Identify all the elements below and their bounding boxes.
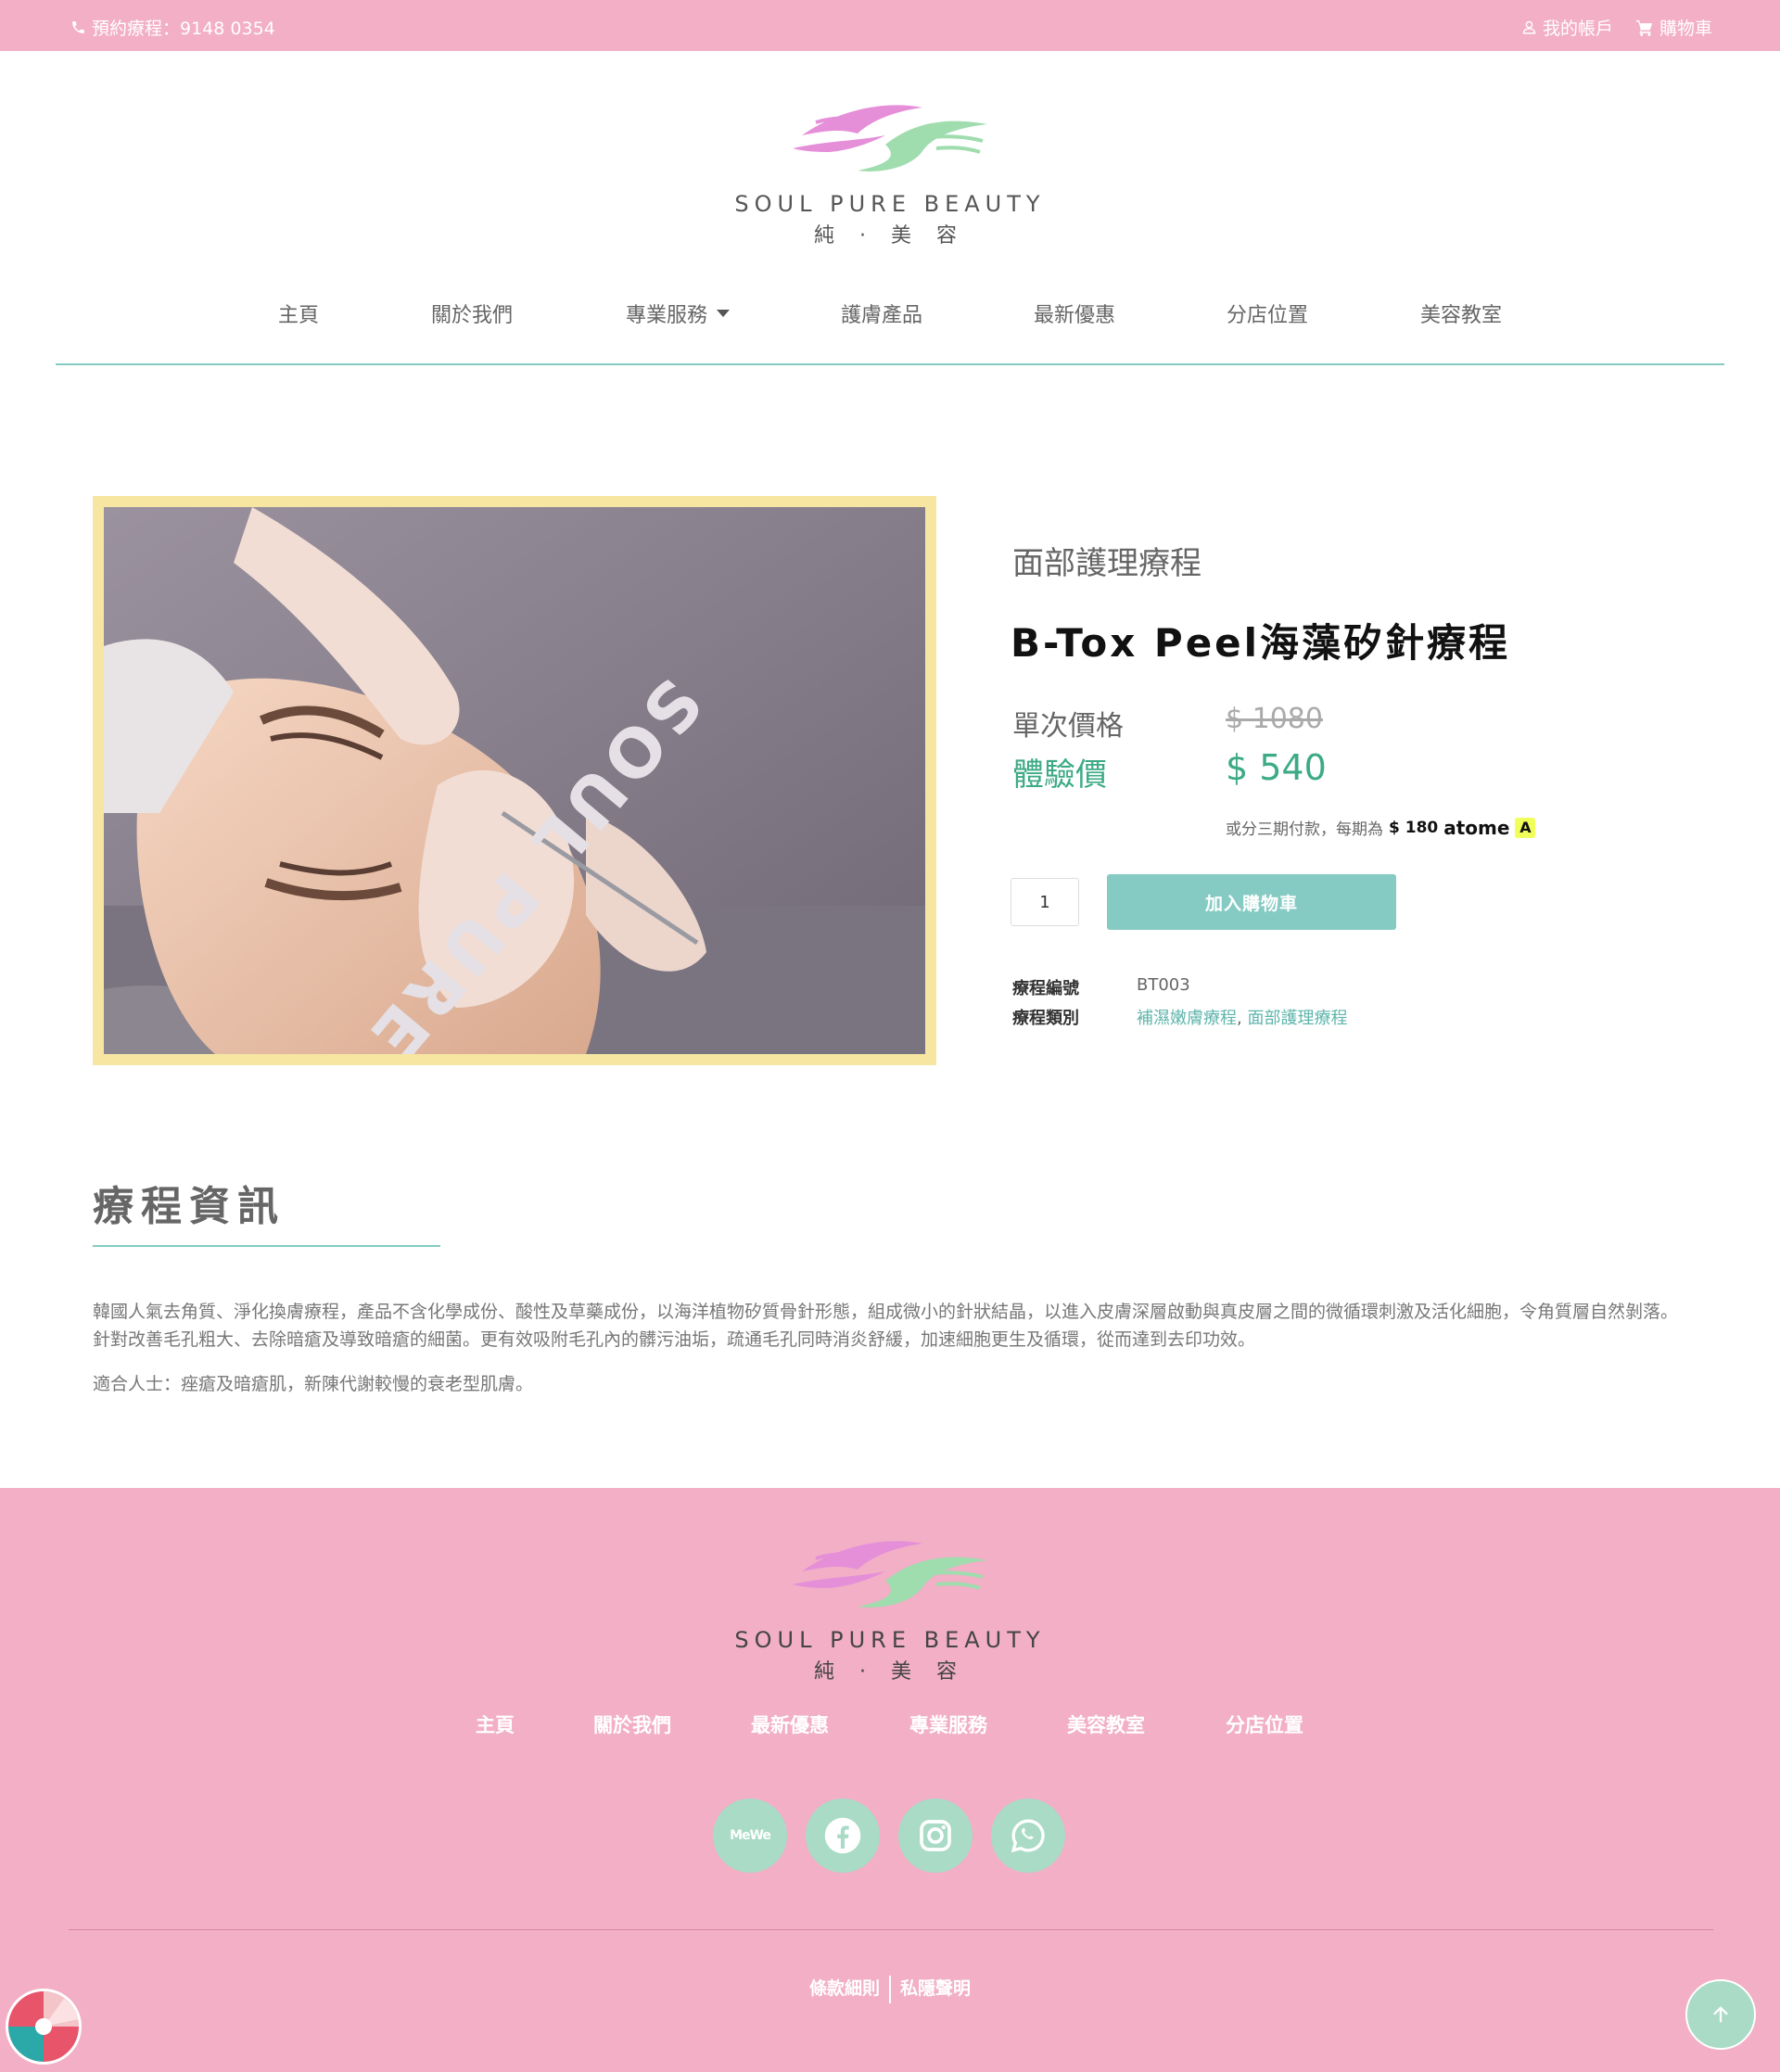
atome-logo-text: atome (1443, 816, 1510, 839)
description-paragraph: 韓國人氣去角質、淨化換膚療程，產品不含化學成份、酸性及草藥成份，以海洋植物矽質骨… (93, 1302, 1679, 1350)
instagram-link[interactable] (898, 1799, 973, 1873)
single-price-label: 單次價格 (1012, 710, 1124, 743)
footer-nav-offers[interactable]: 最新優惠 (751, 1710, 829, 1738)
trial-price-label: 體驗價 (1012, 756, 1107, 794)
product-image[interactable]: SOUL PURE (104, 507, 925, 1054)
sku-value: BT003 (1137, 975, 1190, 995)
treatment-info-title: 療程資訊 (93, 1183, 286, 1230)
nav-label: 護膚產品 (840, 304, 923, 327)
footer-nav-classroom[interactable]: 美容教室 (1067, 1710, 1145, 1738)
facebook-link[interactable] (806, 1799, 880, 1873)
footer-nav-services[interactable]: 專業服務 (909, 1710, 987, 1738)
quantity-input[interactable]: 1 (1011, 878, 1079, 926)
treatment-photo: SOUL PURE (104, 507, 925, 1054)
brand-name-zh: 純 · 美 容 (814, 224, 966, 248)
nav-divider (56, 363, 1724, 365)
installment-amount: $ 180 (1389, 818, 1439, 837)
legal-separator (889, 1975, 891, 2003)
category-link-moisturizing[interactable]: 補濕嫩膚療程 (1137, 1009, 1237, 1028)
account-label: 我的帳戶 (1542, 19, 1613, 39)
lucky-wheel-widget[interactable] (6, 1989, 82, 2065)
nav-item-products[interactable]: 護膚產品 (841, 299, 922, 328)
footer: SOUL PURE BEAUTY 純 · 美 容 主頁 關於我們 最新優惠 專業… (0, 1488, 1780, 2072)
site-logo[interactable]: SOUL PURE BEAUTY 純 · 美 容 (0, 100, 1780, 248)
nav-item-classroom[interactable]: 美容教室 (1420, 299, 1502, 328)
footer-brand-name-en: SOUL PURE BEAUTY (734, 1627, 1046, 1653)
legal-links: 條款細則 私隱聲明 (0, 1975, 1780, 2003)
footer-nav-locations[interactable]: 分店位置 (1226, 1710, 1303, 1738)
installment-text: 或分三期付款，每期為 (1226, 820, 1383, 839)
mewe-icon: MeWe (730, 1828, 771, 1843)
installment-info[interactable]: 或分三期付款，每期為 $ 180 atome A (1226, 816, 1536, 839)
product-image-frame: SOUL PURE (93, 496, 936, 1065)
footer-brand-name-zh: 純 · 美 容 (814, 1660, 966, 1684)
footer-nav-home[interactable]: 主頁 (476, 1710, 515, 1738)
footer-logo[interactable]: SOUL PURE BEAUTY 純 · 美 容 (0, 1536, 1780, 1684)
whatsapp-icon (1011, 1819, 1045, 1853)
nav-item-offers[interactable]: 最新優惠 (1034, 299, 1115, 328)
top-bar: 預約療程：9148 0354 我的帳戶 購物車 (0, 0, 1780, 51)
nav-label: 主頁 (277, 304, 320, 327)
mewe-link[interactable]: MeWe (713, 1799, 787, 1873)
nav-item-about[interactable]: 關於我們 (431, 299, 513, 328)
cart-label: 購物車 (1659, 19, 1712, 39)
user-icon (1522, 20, 1536, 34)
whatsapp-link[interactable] (991, 1799, 1065, 1873)
nav-label: 分店位置 (1226, 304, 1309, 327)
nav-label: 專業服務 (625, 304, 708, 327)
facebook-icon (824, 1817, 861, 1854)
wheel-icon (8, 1991, 79, 2062)
nav-item-locations[interactable]: 分店位置 (1227, 299, 1308, 328)
terms-link[interactable]: 條款細則 (809, 1978, 880, 1999)
product-title: B-Tox Peel海藻矽針療程 (1011, 620, 1511, 666)
phone-icon (72, 21, 84, 33)
product-category: 面部護理療程 (1012, 545, 1202, 582)
instagram-icon (920, 1820, 951, 1851)
footer-nav-about[interactable]: 關於我們 (593, 1710, 671, 1738)
booking-phone-text: 預約療程：9148 0354 (92, 19, 275, 39)
account-link[interactable]: 我的帳戶 (1521, 15, 1613, 40)
privacy-link[interactable]: 私隱聲明 (900, 1978, 971, 1999)
cart-icon (1635, 19, 1653, 36)
nav-label: 最新優惠 (1033, 304, 1116, 327)
single-price-value: $ 1080 (1226, 703, 1323, 735)
treatment-description: 韓國人氣去角質、淨化換膚療程，產品不含化學成份、酸性及草藥成份，以海洋植物矽質骨… (93, 1298, 1687, 1415)
main-nav: 主頁 關於我們 專業服務 護膚產品 最新優惠 分店位置 美容教室 (0, 299, 1780, 330)
sku-label: 療程編號 (1012, 979, 1079, 998)
nav-item-services[interactable]: 專業服務 (625, 299, 731, 328)
atome-logo-icon: A (1515, 817, 1536, 838)
nav-label: 關於我們 (430, 304, 514, 327)
logo-wing-icon (793, 105, 987, 172)
nav-label: 美容教室 (1419, 304, 1503, 327)
add-to-cart-button[interactable]: 加入購物車 (1107, 874, 1396, 930)
category-link-facial[interactable]: 面部護理療程 (1247, 1009, 1347, 1028)
cart-link[interactable]: 購物車 (1635, 15, 1712, 40)
caret-down-icon (717, 310, 731, 317)
suitability-paragraph: 適合人士：痤瘡及暗瘡肌，新陳代謝較慢的衰老型肌膚。 (93, 1374, 534, 1394)
booking-phone-link[interactable]: 預約療程：9148 0354 (70, 15, 275, 40)
section-divider (93, 1245, 440, 1247)
footer-divider (69, 1929, 1713, 1930)
logo-wing-icon (793, 1541, 987, 1608)
arrow-up-icon (1713, 2006, 1728, 2023)
scroll-to-top-button[interactable] (1685, 1979, 1756, 2050)
trial-price-value: $ 540 (1226, 747, 1327, 788)
category-separator: , (1237, 1009, 1242, 1028)
category-label: 療程類別 (1012, 1009, 1079, 1028)
nav-item-home[interactable]: 主頁 (278, 299, 319, 328)
footer-nav: 主頁 關於我們 最新優惠 專業服務 美容教室 分店位置 (0, 1710, 1780, 1738)
brand-name-en: SOUL PURE BEAUTY (734, 191, 1046, 217)
